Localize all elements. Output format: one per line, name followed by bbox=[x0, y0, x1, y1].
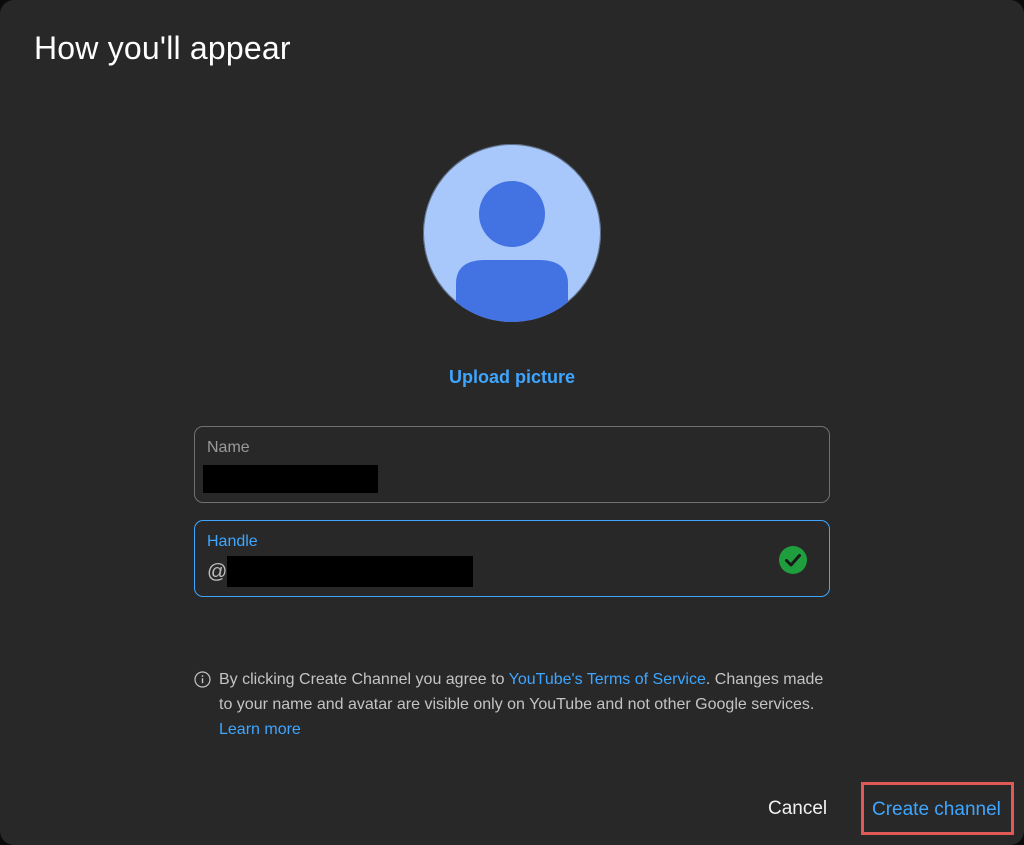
handle-field-label: Handle bbox=[207, 533, 258, 550]
name-field-redacted-value bbox=[203, 465, 378, 493]
upload-picture-link[interactable]: Upload picture bbox=[0, 367, 1024, 388]
check-circle-icon bbox=[779, 546, 807, 574]
avatar[interactable] bbox=[423, 144, 601, 322]
handle-field-redacted-value bbox=[227, 556, 473, 587]
create-channel-dialog: How you'll appear Upload picture Name Ha… bbox=[0, 0, 1024, 845]
name-field-label: Name bbox=[207, 439, 250, 456]
info-icon bbox=[194, 671, 211, 688]
name-field[interactable]: Name bbox=[194, 426, 830, 503]
create-channel-button[interactable]: Create channel bbox=[872, 799, 1001, 821]
notice-text-part-1: By clicking Create Channel you agree to bbox=[219, 671, 509, 688]
cancel-button[interactable]: Cancel bbox=[768, 798, 827, 820]
handle-field[interactable]: Handle @ bbox=[194, 520, 830, 597]
terms-of-service-link[interactable]: YouTube's Terms of Service bbox=[509, 671, 706, 688]
create-channel-highlight: Create channel bbox=[861, 782, 1014, 835]
dialog-title: How you'll appear bbox=[34, 30, 291, 66]
learn-more-link[interactable]: Learn more bbox=[219, 721, 301, 738]
person-silhouette-icon bbox=[456, 181, 568, 322]
handle-at-prefix: @ bbox=[207, 561, 228, 583]
notice-text: By clicking Create Channel you agree to … bbox=[219, 667, 829, 742]
